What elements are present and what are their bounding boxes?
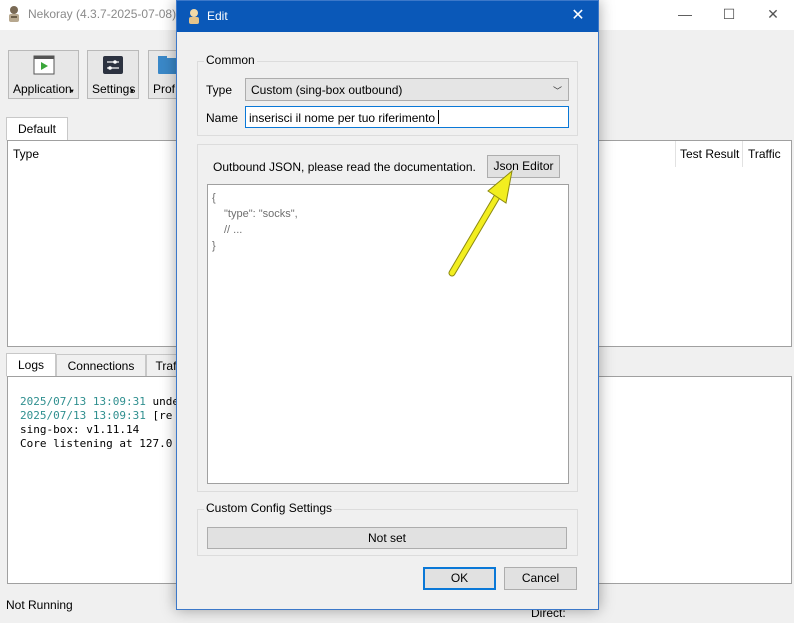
maximize-icon[interactable]: ☐ [706,0,752,30]
edit-dialog: Edit ✕ Common Type Custom (sing-box outb… [176,0,599,610]
status-running: Not Running [6,598,73,612]
dropdown-arrow-icon: ▼ [69,89,75,95]
log-line: 2025/07/13 13:09:31 [re [20,409,173,422]
application-icon [33,55,54,75]
dropdown-arrow-icon: ▼ [129,89,135,95]
minimize-icon[interactable]: — [662,0,708,30]
name-input-value: inserisci il nome per tuo riferimento [249,110,440,125]
ok-button[interactable]: OK [423,567,496,590]
type-selected-value: Custom (sing-box outbound) [251,83,403,97]
name-label: Name [206,111,239,125]
dialog-title: Edit [207,9,228,23]
text-caret [438,110,440,124]
log-line: sing-box: v1.11.14 [20,423,140,436]
tab-logs[interactable]: Logs [6,353,56,377]
settings-icon [103,56,123,74]
outbound-json-hint: Outbound JSON, please read the documenta… [213,160,476,174]
json-placeholder-line: "type": "socks", [224,208,298,220]
json-placeholder-line: { [212,192,216,204]
main-window-title: Nekoray (4.3.7-2025-07-08) [28,7,177,21]
custom-config-group-title: Custom Config Settings [204,501,335,515]
column-separator [742,141,743,167]
not-set-button[interactable]: Not set [207,527,567,549]
chevron-down-icon: ﹀ [552,86,562,96]
profiles-label: Prof [153,82,176,96]
tab-connections[interactable]: Connections [56,354,146,378]
annotation-arrow-icon [448,169,513,277]
column-separator [675,141,676,167]
nekoray-app-icon [9,6,19,22]
column-type[interactable]: Type [13,147,39,161]
log-line: Core listening at 127.0 [20,437,173,450]
dialog-titlebar[interactable]: Edit ✕ [177,1,598,32]
json-placeholder-line: } [212,240,216,252]
close-icon[interactable]: ✕ [750,0,794,30]
type-select[interactable]: Custom (sing-box outbound) ﹀ [245,78,569,101]
name-input[interactable]: inserisci il nome per tuo riferimento [245,106,569,128]
common-group-title: Common [204,53,257,67]
application-label: Application [13,82,72,96]
application-button[interactable]: Application ▼ [8,50,79,99]
json-placeholder-line: // ... [224,224,243,236]
tab-default[interactable]: Default [6,117,68,141]
nekoray-app-icon [189,9,199,24]
cancel-button[interactable]: Cancel [504,567,577,590]
log-line: 2025/07/13 13:09:31 unde [20,395,179,408]
close-icon[interactable]: ✕ [558,1,598,32]
column-test-result[interactable]: Test Result [680,147,739,161]
type-label: Type [206,83,233,97]
column-traffic[interactable]: Traffic [748,147,781,161]
settings-button[interactable]: Settings ▼ [87,50,139,99]
